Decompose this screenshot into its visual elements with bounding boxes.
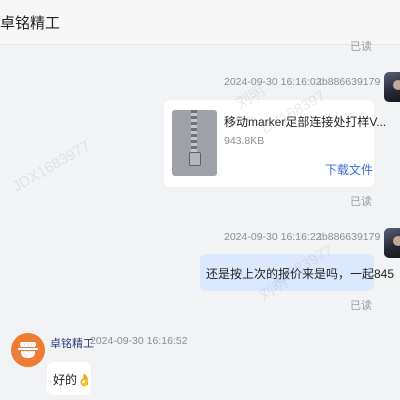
message-time: 2024-09-30 16:16:52 bbox=[90, 335, 188, 347]
message-user: tb886639179 bbox=[319, 76, 381, 88]
download-file-link[interactable]: 下载文件 bbox=[325, 161, 373, 178]
message-time: 2024-09-30 16:16:22 bbox=[224, 231, 322, 243]
file-card[interactable]: 移动marker足部连接处打样V... 943.8KB 下载文件 bbox=[164, 100, 386, 187]
sender-name: 卓铭精工 bbox=[50, 338, 94, 350]
message-text: 好的👌 bbox=[53, 373, 92, 387]
read-status: 已读 bbox=[350, 196, 372, 208]
chat-header: 卓铭精工 bbox=[0, 0, 400, 45]
message-time: 2024-09-30 16:16:02 bbox=[224, 76, 322, 88]
zip-file-icon bbox=[172, 110, 217, 176]
read-status: 已读 bbox=[350, 41, 372, 53]
watermark-id: JDX1683977 bbox=[9, 137, 94, 196]
read-status: 已读 bbox=[350, 300, 372, 312]
file-size: 943.8KB bbox=[224, 135, 265, 147]
user-avatar[interactable] bbox=[384, 72, 400, 102]
chat-title: 卓铭精工 bbox=[0, 15, 61, 32]
received-message-bubble[interactable]: 好的👌 bbox=[47, 362, 92, 395]
message-user: tb886639179 bbox=[319, 231, 381, 243]
user-avatar[interactable] bbox=[384, 228, 400, 258]
